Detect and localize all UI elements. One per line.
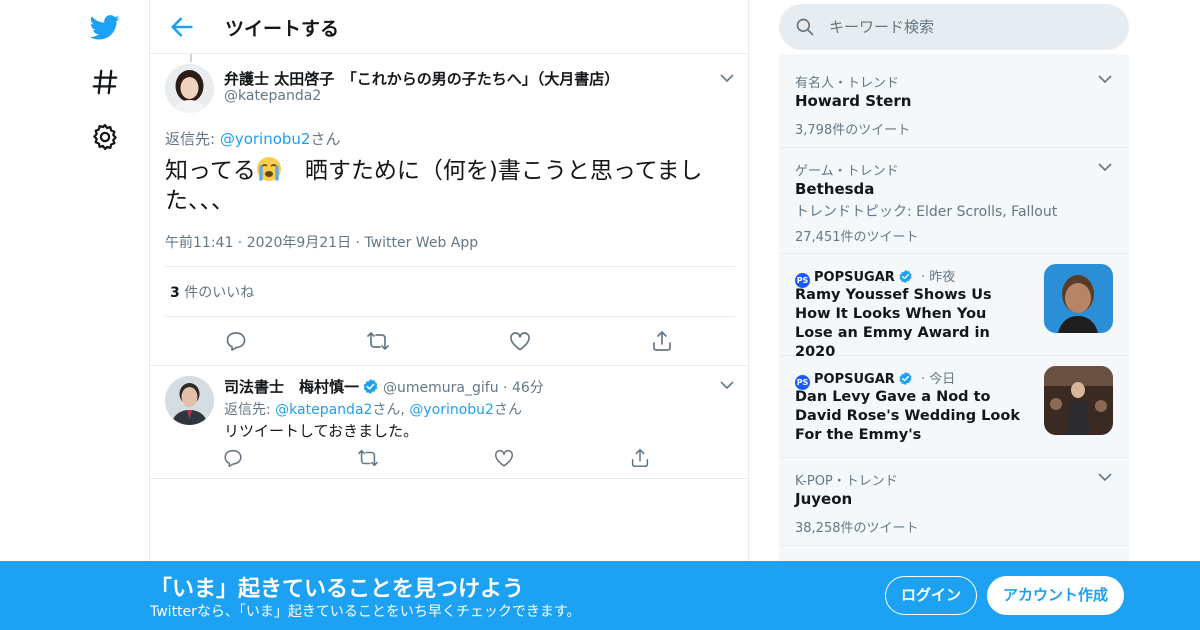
reply-author-name[interactable]: 司法書士 梅村慎一 [224,378,359,396]
news-headline: Dan Levy Gave a Nod to David Rose's Wedd… [795,389,1020,443]
retweet-icon[interactable] [357,447,379,469]
news-thumbnail [1044,366,1113,435]
divider [165,316,735,317]
tweet-source[interactable]: Twitter Web App [364,235,478,251]
tweet-meta: 午前11:41 · 2020年9月21日 · Twitter Web App [165,235,479,251]
reply-prefix: 返信先: [224,402,276,418]
search-icon [796,18,814,36]
signup-banner: 「いま」起きていることを見つけよう Twitterなら、「いま」起きていることを… [0,561,1200,630]
banner-subtitle: Twitterなら、「いま」起きていることをいち早くチェックできます。 [150,604,581,620]
news-item[interactable]: PS POPSUGAR · 今日 Dan Levy Gave a Nod to D… [779,356,1129,458]
tweet-text: 知ってる 晒すために（何を)書こうと思ってました、、、 [165,156,725,216]
news-source: POPSUGAR [814,270,895,285]
trend-item[interactable]: ゲーム・トレンド Bethesda トレンドトピック: Elder Scroll… [779,148,1129,254]
page-title: ツイートする [225,18,340,40]
chevron-down-icon[interactable] [1098,472,1112,482]
reply-suffix: さん [310,130,341,148]
banner-title: 「いま」起きていることを見つけよう [150,577,525,602]
tweet-date[interactable]: 2020年9月21日 [247,235,351,251]
column-header: ツイートする [150,0,748,54]
news-source-line: PS POPSUGAR · 今日 [795,368,955,390]
news-source-line: PS POPSUGAR · 昨夜 [795,266,955,288]
author-avatar[interactable] [165,64,214,113]
trend-item[interactable]: 有名人・トレンド Howard Stern 3,798件のツイート [779,60,1129,148]
like-count: 3 [170,285,180,301]
trend-item[interactable]: K-POP・トレンド Juyeon 38,258件のツイート [779,458,1129,546]
reply-to-line: 返信先: @yorinobu2さん [165,128,341,149]
tweet-text-part1: 知ってる [165,158,256,184]
news-headline: Ramy Youssef Shows Us How It Looks When … [795,287,992,360]
reply-user-link[interactable]: @yorinobu2 [409,402,494,418]
reply-user-link[interactable]: @yorinobu2 [220,130,311,148]
page: ツイートする 弁護士 太田啓子 「これからの男の子たちへ」（大月書店） @kat… [0,0,1200,630]
back-arrow-icon[interactable] [168,13,196,41]
news-thumbnail [1044,264,1113,333]
author-handle[interactable]: @katepanda2 [224,88,321,104]
trend-context: 有名人・トレンド [795,76,900,91]
gear-icon[interactable] [90,122,120,152]
reply-separator: さん, [372,402,410,418]
reply-icon[interactable] [224,329,248,353]
news-item[interactable]: PS POPSUGAR · 昨夜 Ramy Youssef Shows Us Ho… [779,254,1129,360]
hashtag-icon[interactable] [90,67,120,97]
twitter-bird-icon[interactable] [90,12,120,42]
search-box [779,4,1129,50]
reply-text: リツイートしておきました。 [224,422,419,440]
author-name[interactable]: 弁護士 太田啓子 「これからの男の子たちへ」（大月書店） [224,68,619,89]
news-source: POPSUGAR [814,372,895,387]
trend-count: 27,451件のツイート [795,230,919,245]
reply-author-line: 司法書士 梅村慎一 @umemura_gifu · 46分 [224,378,544,396]
chevron-down-icon[interactable] [720,380,734,390]
verified-badge-icon [899,371,912,386]
reply-author-handle[interactable]: @umemura_gifu [383,380,499,396]
loudly-crying-face-icon [256,157,281,181]
like-heart-icon[interactable] [508,329,532,353]
like-heart-icon[interactable] [493,447,515,469]
reply-icon[interactable] [222,447,244,469]
trend-topics: トレンドトピック: Elder Scrolls, Fallout [795,204,1058,220]
trend-title: Bethesda [795,180,875,198]
retweet-icon[interactable] [366,329,390,353]
login-button[interactable]: ログイン [885,576,977,615]
search-input[interactable] [829,4,1109,50]
share-icon[interactable] [650,329,674,353]
tweet-time[interactable]: 午前11:41 [165,235,233,251]
trend-title: Howard Stern [795,92,912,110]
share-icon[interactable] [629,447,651,469]
divider [150,478,748,479]
reply-author-avatar[interactable] [165,376,214,425]
verified-badge-icon [899,269,912,284]
verified-badge-icon [363,379,378,394]
chevron-down-icon[interactable] [1098,162,1112,172]
trends-panel: 有名人・トレンド Howard Stern 3,798件のツイート ゲーム・トレ… [779,54,1129,574]
trend-count: 3,798件のツイート [795,123,911,138]
trend-title: Juyeon [795,490,853,508]
reply-prefix: 返信先: [165,130,220,148]
trend-count: 38,258件のツイート [795,521,919,536]
news-time: 昨夜 [929,270,956,285]
like-count-link[interactable]: 3 件のいいね [170,282,254,302]
left-nav [80,0,130,630]
chevron-down-icon[interactable] [1098,74,1112,84]
trend-context: ゲーム・トレンド [795,164,899,179]
thread-connector [190,54,192,62]
like-label: 件のいいね [179,285,255,301]
chevron-down-icon[interactable] [720,73,734,83]
divider [150,365,748,366]
trend-context: K-POP・トレンド [795,474,898,489]
reply-age[interactable]: 46分 [512,380,544,396]
news-time: 今日 [929,372,956,387]
divider [165,266,735,267]
reply-to-line: 返信先: @katepanda2さん, @yorinobu2さん [224,399,522,419]
reply-suffix: さん [493,402,522,418]
reply-user-link[interactable]: @katepanda2 [275,402,372,418]
tweet-column: ツイートする 弁護士 太田啓子 「これからの男の子たちへ」（大月書店） @kat… [149,0,749,630]
signup-button[interactable]: アカウント作成 [987,576,1124,615]
